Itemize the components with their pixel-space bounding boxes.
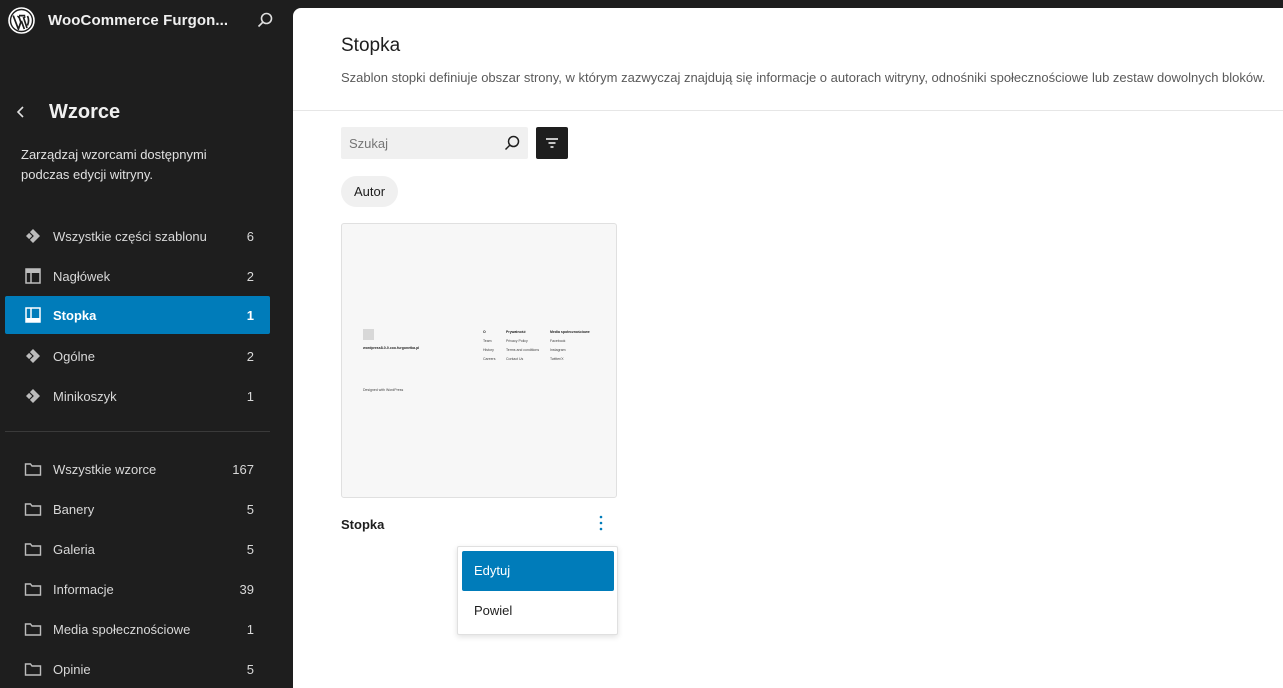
sidebar-item-label: Ogólne — [53, 349, 95, 364]
sidebar-item-count: 5 — [246, 502, 254, 517]
sidebar-item-testimonials[interactable]: Opinie 5 — [5, 650, 270, 688]
sidebar-item-count: 2 — [246, 349, 254, 364]
preview-logo-placeholder — [363, 329, 374, 340]
more-vertical-icon[interactable] — [591, 513, 611, 533]
preview-site-name: wordpress8-0-0.coo.furgonetka.pl — [363, 346, 420, 350]
sidebar-item-count: 1 — [246, 389, 254, 404]
sidebar-item-footer[interactable]: Stopka 1 — [5, 296, 270, 334]
wordpress-logo-icon[interactable] — [8, 7, 35, 34]
pattern-card-title[interactable]: Stopka — [341, 517, 384, 532]
page-header: Stopka Szablon stopki definiuje obszar s… — [293, 8, 1283, 111]
folder-icon — [24, 660, 42, 678]
back-chevron-icon[interactable] — [12, 101, 32, 123]
sidebar-item-all-patterns[interactable]: Wszystkie wzorce 167 — [5, 450, 270, 488]
preview-col1-item: History — [483, 348, 494, 352]
preview-credit: Designed with WordPress — [363, 388, 404, 392]
sidebar-item-count: 1 — [246, 308, 254, 323]
edit-menu-item[interactable]: Edytuj — [462, 551, 614, 591]
sidebar-divider — [5, 431, 270, 432]
filter-icon — [546, 138, 558, 148]
sidebar-item-social-media[interactable]: Media społecznościowe 1 — [5, 610, 270, 648]
sidebar-item-count: 2 — [246, 269, 254, 284]
sidebar-item-mini-cart[interactable]: Minikoszyk 1 — [5, 377, 270, 415]
preview-col3-item: Twitter/X — [550, 357, 564, 361]
duplicate-menu-item[interactable]: Powiel — [462, 591, 614, 631]
sidebar-item-information[interactable]: Informacje 39 — [5, 570, 270, 608]
symbol-filled-icon — [24, 227, 42, 245]
preview-col2-item: Privacy Policy — [506, 339, 528, 343]
sidebar-item-label: Informacje — [53, 582, 114, 597]
preview-col3-head: Media społecznościowe — [550, 330, 590, 334]
main-content: Stopka Szablon stopki definiuje obszar s… — [293, 8, 1283, 688]
site-title[interactable]: WooCommerce Furgon... — [48, 12, 228, 29]
page-title: Stopka — [341, 35, 401, 56]
folder-icon — [24, 620, 42, 638]
sidebar-item-label: Banery — [53, 502, 95, 517]
footer-icon — [24, 306, 42, 324]
pattern-card-preview[interactable]: wordpress8-0-0.coo.furgonetka.pl O Team … — [341, 223, 617, 498]
sidebar-item-label: Opinie — [53, 662, 91, 677]
preview-col3-item: Facebook — [550, 339, 566, 343]
folder-icon — [24, 460, 42, 478]
search-icon[interactable] — [503, 134, 521, 152]
pattern-actions-menu: Edytuj Powiel — [457, 546, 618, 635]
page-description: Szablon stopki definiuje obszar strony, … — [341, 70, 1266, 85]
search-icon[interactable] — [256, 11, 274, 29]
sidebar-item-label: Wszystkie części szablonu — [53, 229, 207, 244]
folder-icon — [24, 580, 42, 598]
sidebar-item-label: Minikoszyk — [53, 389, 117, 404]
sidebar-item-gallery[interactable]: Galeria 5 — [5, 530, 270, 568]
author-filter-chip[interactable]: Autor — [341, 176, 399, 207]
preview-col1-item: Careers — [483, 357, 496, 361]
sidebar-item-label: Media społecznościowe — [53, 622, 191, 637]
folder-icon — [24, 500, 42, 518]
sidebar: WooCommerce Furgon... Wzorce Zarządzaj w… — [0, 0, 293, 688]
sidebar-item-header[interactable]: Nagłówek 2 — [5, 257, 270, 295]
sidebar-item-count: 167 — [232, 462, 254, 477]
sidebar-item-count: 6 — [246, 229, 254, 244]
sidebar-item-label: Galeria — [53, 542, 95, 557]
section-title: Wzorce — [49, 101, 121, 123]
symbol-filled-icon — [24, 387, 42, 405]
filter-button[interactable] — [536, 127, 568, 159]
preview-col2-head: Prywatność — [506, 330, 526, 334]
symbol-filled-icon — [24, 347, 42, 365]
section-description: Zarządzaj wzorcami dostępnymi podczas ed… — [21, 147, 207, 182]
preview-col3-item: Instagram — [550, 348, 566, 352]
folder-icon — [24, 540, 42, 558]
sidebar-item-general[interactable]: Ogólne 2 — [5, 337, 270, 375]
sidebar-item-count: 39 — [239, 582, 254, 597]
sidebar-item-banners[interactable]: Banery 5 — [5, 490, 270, 528]
search-box — [341, 127, 528, 159]
search-input[interactable] — [341, 127, 501, 159]
sidebar-item-label: Nagłówek — [53, 269, 111, 284]
preview-col2-item: Terms and conditions — [506, 348, 540, 352]
sidebar-item-label: Wszystkie wzorce — [53, 462, 157, 477]
sidebar-item-label: Stopka — [53, 308, 97, 323]
preview-col1-head: O — [483, 330, 486, 334]
sidebar-item-count: 1 — [246, 622, 254, 637]
sidebar-item-count: 5 — [246, 662, 254, 677]
preview-col1-item: Team — [483, 339, 492, 343]
header-icon — [24, 267, 42, 285]
sidebar-topbar: WooCommerce Furgon... — [0, 0, 293, 42]
sidebar-item-all-template-parts[interactable]: Wszystkie części szablonu 6 — [5, 217, 270, 255]
preview-col2-item: Contact Us — [506, 357, 524, 361]
sidebar-item-count: 5 — [246, 542, 254, 557]
